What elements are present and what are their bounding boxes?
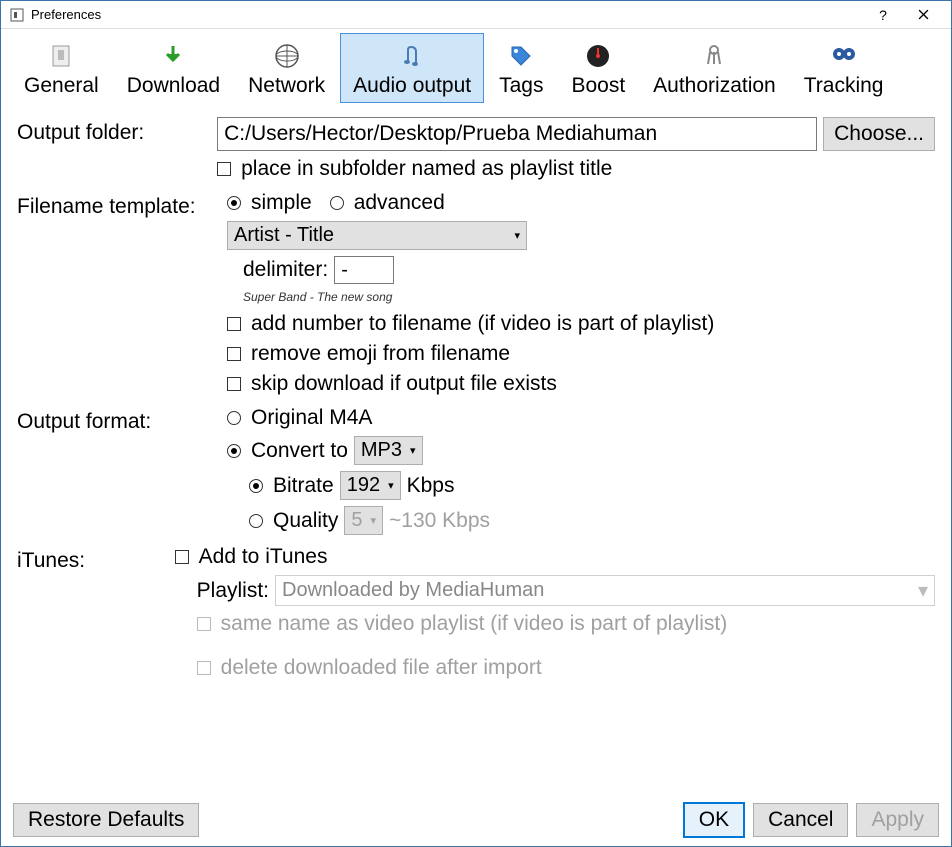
output-folder-input[interactable] — [217, 117, 817, 151]
tab-boost[interactable]: Boost — [558, 33, 638, 103]
tabs-bar: General Download Network Audio output Ta… — [1, 29, 951, 103]
delimiter-input[interactable] — [334, 256, 394, 284]
boost-icon — [582, 40, 614, 72]
window-title: Preferences — [31, 7, 863, 22]
output-folder-label: Output folder: — [17, 117, 217, 145]
tab-audio-output[interactable]: Audio output — [340, 33, 484, 103]
template-dropdown[interactable]: Artist - Title ▾ — [227, 221, 527, 250]
playlist-label: Playlist: — [197, 579, 269, 603]
network-icon — [271, 40, 303, 72]
chevron-down-icon: ▾ — [514, 229, 520, 242]
close-button[interactable] — [903, 2, 943, 28]
skip-download-checkbox[interactable] — [227, 377, 241, 391]
tracking-icon — [828, 40, 860, 72]
restore-defaults-button[interactable]: Restore Defaults — [13, 803, 199, 837]
bitrate-radio[interactable] — [249, 479, 263, 493]
playlist-dropdown[interactable]: Downloaded by MediaHuman ▾ — [275, 575, 935, 606]
tab-tracking[interactable]: Tracking — [791, 33, 897, 103]
chevron-down-icon: ▾ — [918, 578, 928, 603]
tags-icon — [505, 40, 537, 72]
add-number-checkbox[interactable] — [227, 317, 241, 331]
simple-radio[interactable] — [227, 196, 241, 210]
tab-authorization[interactable]: Authorization — [640, 33, 789, 103]
remove-emoji-checkbox[interactable] — [227, 347, 241, 361]
tab-general[interactable]: General — [11, 33, 112, 103]
filename-template-label: Filename template: — [17, 191, 227, 219]
subfolder-label: place in subfolder named as playlist tit… — [241, 157, 612, 181]
audio-output-icon — [396, 40, 428, 72]
template-example: Super Band - The new song — [243, 290, 935, 304]
tab-tags[interactable]: Tags — [486, 33, 556, 103]
app-icon — [9, 7, 25, 23]
chevron-down-icon: ▾ — [370, 514, 376, 527]
delete-after-checkbox[interactable] — [197, 661, 211, 675]
content-panel: Output folder: Choose... place in subfol… — [1, 103, 951, 794]
quality-radio[interactable] — [249, 514, 263, 528]
title-bar: Preferences ? — [1, 1, 951, 29]
output-format-label: Output format: — [17, 406, 227, 434]
tab-download[interactable]: Download — [114, 33, 233, 103]
chevron-down-icon: ▾ — [388, 479, 394, 492]
download-icon — [157, 40, 189, 72]
general-icon — [45, 40, 77, 72]
same-name-checkbox[interactable] — [197, 617, 211, 631]
ok-button[interactable]: OK — [683, 802, 745, 838]
advanced-radio[interactable] — [330, 196, 344, 210]
apply-button[interactable]: Apply — [856, 803, 939, 837]
delimiter-label: delimiter: — [243, 258, 328, 282]
help-button[interactable]: ? — [863, 2, 903, 28]
itunes-label: iTunes: — [17, 545, 175, 573]
subfolder-checkbox[interactable] — [217, 162, 231, 176]
quality-dropdown[interactable]: 5 ▾ — [344, 506, 383, 535]
footer-bar: Restore Defaults OK Cancel Apply — [1, 794, 951, 846]
bitrate-dropdown[interactable]: 192 ▾ — [340, 471, 401, 500]
chevron-down-icon: ▾ — [410, 444, 416, 457]
add-to-itunes-checkbox[interactable] — [175, 550, 189, 564]
convert-to-radio[interactable] — [227, 444, 241, 458]
original-format-radio[interactable] — [227, 411, 241, 425]
choose-button[interactable]: Choose... — [823, 117, 935, 151]
authorization-icon — [698, 40, 730, 72]
tab-network[interactable]: Network — [235, 33, 338, 103]
cancel-button[interactable]: Cancel — [753, 803, 848, 837]
format-dropdown[interactable]: MP3 ▾ — [354, 436, 423, 465]
